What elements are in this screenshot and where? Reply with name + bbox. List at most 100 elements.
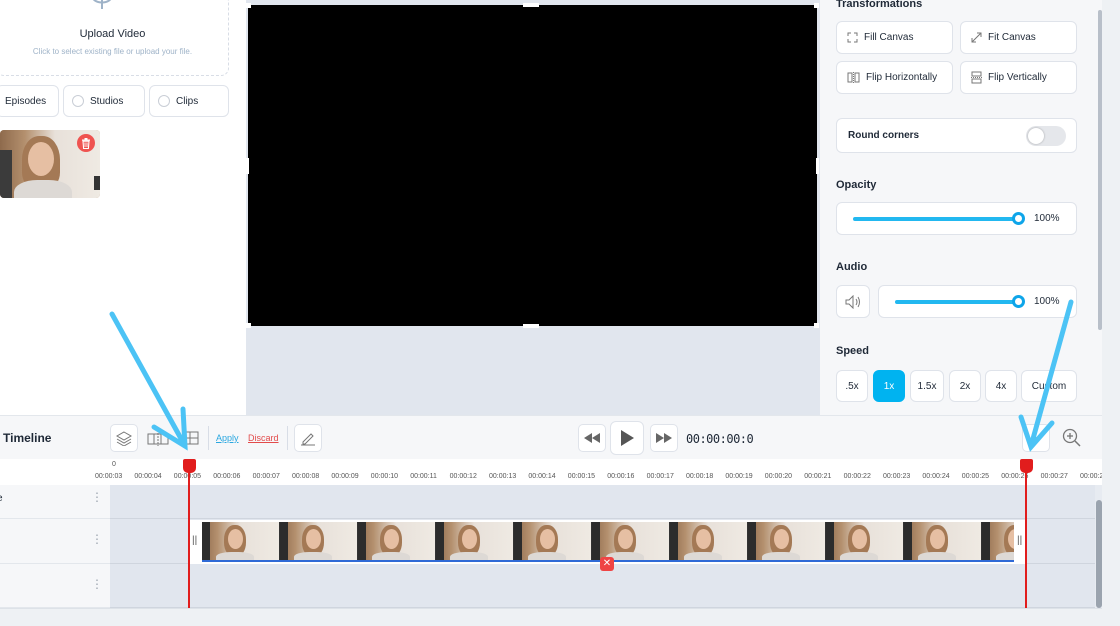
trim-clip-button[interactable]: [178, 424, 206, 452]
apply-link[interactable]: Apply: [216, 433, 239, 443]
layers-button[interactable]: [110, 424, 138, 452]
filter-studios[interactable]: Studios: [63, 85, 145, 117]
clip-frame: [592, 522, 670, 560]
track-header: ⋮: [0, 519, 110, 564]
edit-button[interactable]: [294, 424, 322, 452]
play-icon: [621, 430, 634, 446]
zoom-out-button[interactable]: [1022, 424, 1050, 452]
ruler-tick-label: 00:00:10: [370, 473, 399, 480]
resize-handle-left[interactable]: [246, 158, 249, 174]
speed-option-0.5x[interactable]: .5x: [836, 370, 868, 402]
pencil-icon: [301, 433, 315, 446]
remove-clip-button[interactable]: ✕: [600, 557, 614, 571]
clip-frame: [670, 522, 748, 560]
speed-option-1.5x[interactable]: 1.5x: [910, 370, 944, 402]
audio-value: 100%: [1034, 296, 1060, 307]
track-menu-icon[interactable]: ⋮: [91, 491, 103, 503]
transformations-title: Transformations: [836, 0, 923, 10]
ruler-tick-label: 00:00:28: [1080, 473, 1102, 480]
opacity-control: 100%: [836, 202, 1077, 235]
ruler-tick-label: 00:00:16: [607, 473, 635, 480]
speed-option-2x[interactable]: 2x: [949, 370, 981, 402]
ruler-tick-label: 00:00:22: [843, 473, 871, 480]
properties-panel: Transformations Fill Canvas Fit Canvas F…: [820, 0, 1102, 415]
split-clip-button[interactable]: [144, 424, 172, 452]
ruler-tick-label: 00:00:14: [528, 473, 556, 480]
timeline-ruler[interactable]: 0 00:00:0300:00:0400:00:0500:00:0600:00:…: [0, 459, 1102, 485]
ruler-tick-label: 00:00:07: [252, 473, 280, 480]
speed-option-4x[interactable]: 4x: [985, 370, 1017, 402]
track-menu-icon[interactable]: ⋮: [91, 578, 103, 590]
fit-canvas-label: Fit Canvas: [988, 32, 1036, 43]
opacity-slider-handle[interactable]: [1012, 212, 1025, 225]
video-canvas[interactable]: [248, 5, 817, 326]
clip-frame: [280, 522, 358, 560]
upload-subtitle: Click to select existing file or upload …: [32, 47, 193, 56]
filter-label: Episodes: [5, 95, 47, 107]
trim-icon: [185, 431, 199, 445]
resize-handle-corner[interactable]: [814, 323, 819, 328]
timeline-scrollbar[interactable]: [1096, 500, 1102, 608]
clip-trim-handle-left[interactable]: ||: [192, 535, 197, 546]
resize-handle-corner[interactable]: [246, 323, 251, 328]
clip-trim-handle-right[interactable]: ||: [1017, 535, 1022, 546]
ruler-tick-label: 00:00:24: [922, 473, 950, 480]
video-clip[interactable]: [202, 522, 1014, 562]
discard-link[interactable]: Discard: [248, 433, 279, 443]
audio-title: Audio: [836, 261, 868, 273]
track-row[interactable]: [110, 485, 1095, 519]
round-corners-toggle[interactable]: [1026, 126, 1066, 146]
page-edge: [1102, 0, 1120, 626]
trash-icon: [82, 137, 90, 149]
radio-icon: [72, 95, 84, 107]
filter-episodes[interactable]: Episodes: [0, 85, 59, 117]
clip-frame: [202, 522, 280, 560]
fast-forward-icon: [656, 433, 672, 443]
ruler-tick-label: 00:00:11: [410, 473, 437, 480]
zoom-in-button[interactable]: [1058, 424, 1086, 452]
mute-button[interactable]: [836, 285, 870, 318]
delete-video-button[interactable]: [77, 134, 95, 152]
track-menu-icon[interactable]: ⋮: [91, 533, 103, 545]
flip-horizontally-label: Flip Horizontally: [866, 72, 938, 83]
resize-handle-corner[interactable]: [814, 3, 819, 8]
filter-clips[interactable]: Clips: [149, 85, 229, 117]
ruler-tick-label: 00:00:13: [489, 473, 517, 480]
flip-vertically-button[interactable]: Flip Vertically: [960, 61, 1077, 94]
split-icon: [147, 430, 169, 446]
flip-horizontally-button[interactable]: Flip Horizontally: [836, 61, 953, 94]
round-corners-row: Round corners: [836, 118, 1077, 153]
play-button[interactable]: [610, 421, 644, 455]
fit-canvas-button[interactable]: Fit Canvas: [960, 21, 1077, 54]
volume-control: 100%: [878, 285, 1077, 318]
ruler-tick-label: 00:00:20: [764, 473, 793, 480]
opacity-title: Opacity: [836, 179, 877, 191]
current-time: 00:00:00:0: [686, 432, 754, 446]
speed-option-1x[interactable]: 1x: [873, 370, 905, 402]
close-icon: ✕: [602, 558, 612, 569]
volume-slider-handle[interactable]: [1012, 295, 1025, 308]
trim-end-marker[interactable]: [1020, 459, 1033, 473]
video-thumbnail[interactable]: [0, 130, 100, 198]
media-panel: Upload Video Click to select existing fi…: [0, 0, 246, 415]
fast-forward-button[interactable]: [650, 424, 678, 452]
fill-canvas-button[interactable]: Fill Canvas: [836, 21, 953, 54]
rewind-icon: [584, 433, 600, 443]
upload-video-dropzone[interactable]: Upload Video Click to select existing fi…: [0, 0, 229, 76]
volume-slider-track[interactable]: [895, 300, 1019, 304]
trim-end-marker-line: [1025, 466, 1027, 609]
clip-frame: [514, 522, 592, 560]
ruler-tick-label: 00:00:19: [725, 473, 753, 480]
resize-handle-right[interactable]: [816, 158, 819, 174]
ruler-zero-label: 0: [112, 461, 116, 468]
resize-handle-corner[interactable]: [246, 3, 251, 8]
speed-option-custom[interactable]: Custom: [1021, 370, 1077, 402]
upload-icon: [93, 0, 111, 9]
ruler-tick-label: 00:00:21: [804, 473, 832, 480]
resize-handle-top[interactable]: [523, 3, 539, 7]
opacity-slider-track[interactable]: [853, 217, 1019, 221]
rewind-button[interactable]: [578, 424, 606, 452]
resize-handle-bottom[interactable]: [523, 324, 539, 328]
trim-start-marker[interactable]: [183, 459, 196, 473]
ruler-tick-label: 00:00:04: [134, 473, 162, 480]
